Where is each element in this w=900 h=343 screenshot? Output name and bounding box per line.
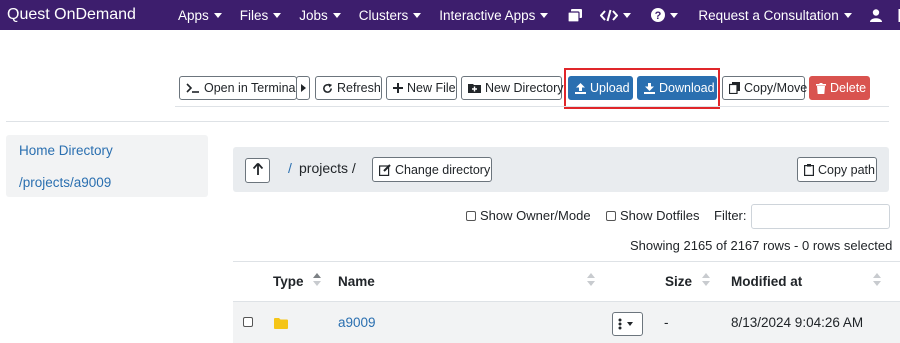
chevron-down-icon [843,12,852,18]
nav-jobs-label: Jobs [299,7,328,23]
sort-icon[interactable] [873,272,881,288]
sort-icon[interactable] [587,272,595,288]
copy-icon [729,82,740,94]
nav-consultation-label: Request a Consultation [698,7,839,23]
section-divider [6,121,889,122]
chevron-down-icon [213,12,222,18]
file-modified-at: 8/13/2024 9:04:26 AM [731,315,864,330]
nav-request-consultation[interactable]: Request a Consultation [698,0,852,30]
chevron-down-icon [623,12,632,18]
row-select-checkbox[interactable] [243,317,253,327]
path-bar: / projects / Change directory Copy path [233,147,889,192]
column-header-size[interactable]: Size [665,274,692,289]
copy-path-button[interactable]: Copy path [797,157,877,182]
nav-files-label: Files [239,7,269,23]
show-owner-mode-label: Show Owner/Mode [480,208,591,223]
caret-right-icon [300,84,306,92]
terminal-icon [186,83,200,93]
nav-apps[interactable]: Apps [178,0,222,30]
row-actions-dropdown[interactable] [612,312,643,336]
copy-move-button[interactable]: Copy/Move [722,76,808,100]
refresh-icon [322,82,333,94]
open-in-terminal-button[interactable]: Open in Terminal [179,76,299,100]
nav-apps-label: Apps [177,7,209,23]
column-header-type[interactable]: Type [273,274,304,289]
clipboard-icon [804,163,814,176]
svg-text:?: ? [655,10,662,22]
show-owner-mode-checkbox[interactable] [466,211,476,221]
nav-interactive-apps[interactable]: Interactive Apps [439,0,549,30]
rows-status-text: Showing 2165 of 2167 rows - 0 rows selec… [630,238,893,253]
refresh-button[interactable]: Refresh [315,76,382,100]
top-navbar: Quest OnDemand Apps Files Jobs Clusters … [0,0,900,30]
sort-icon[interactable] [313,272,321,288]
new-directory-button[interactable]: New Directory [461,76,564,100]
nav-files[interactable]: Files [240,0,282,30]
table-row[interactable]: a9009 - 8/13/2024 9:04:26 AM [233,301,900,343]
folder-plus-icon [468,83,481,93]
sort-icon[interactable] [702,272,710,288]
help-icon[interactable]: ? [651,0,679,30]
file-size: - [664,315,669,330]
breadcrumb-root[interactable]: / [288,160,292,176]
change-directory-label: Change directory [395,162,491,177]
go-up-directory-button[interactable] [245,158,270,183]
refresh-label: Refresh [337,81,381,95]
terminal-dropdown-toggle[interactable] [296,76,310,100]
new-file-button[interactable]: New File [386,76,457,100]
ellipsis-vertical-icon [618,318,622,330]
sessions-icon[interactable] [568,0,583,30]
delete-button[interactable]: Delete [809,76,870,100]
table-top-border [233,261,900,262]
plus-icon [393,83,403,93]
chevron-down-icon [273,12,282,18]
delete-label: Delete [830,81,867,95]
new-file-label: New File [407,81,456,95]
column-header-name[interactable]: Name [338,274,375,289]
edit-icon [379,163,391,176]
chevron-down-icon [540,12,549,18]
chevron-down-icon [670,12,679,18]
file-name-link[interactable]: a9009 [338,315,376,330]
copy-move-label: Copy/Move [744,81,808,95]
upload-download-highlight [564,68,720,109]
sidebar-item-home-directory[interactable]: Home Directory [19,143,113,158]
column-header-modified-at[interactable]: Modified at [731,274,802,289]
copy-path-label: Copy path [818,162,875,177]
sidebar-item-projects-a9009[interactable]: /projects/a9009 [19,175,111,190]
arrow-up-icon [252,162,263,178]
show-dotfiles-checkbox[interactable] [606,211,616,221]
show-dotfiles-label: Show Dotfiles [620,208,700,223]
new-directory-label: New Directory [485,81,564,95]
folder-icon [274,317,288,332]
favorites-sidebar: Home Directory /projects/a9009 [6,135,208,197]
chevron-down-icon [413,12,422,18]
nav-jobs[interactable]: Jobs [299,0,341,30]
breadcrumb-segment: projects / [299,160,356,176]
chevron-down-icon [332,12,341,18]
chevron-down-icon [627,322,633,326]
trash-icon [816,82,826,94]
toolbar-divider [175,106,889,107]
open-in-terminal-label: Open in Terminal [204,81,299,95]
nav-interactive-apps-label: Interactive Apps [439,7,536,23]
nav-clusters[interactable]: Clusters [359,0,422,30]
filter-input[interactable] [751,204,890,229]
nav-clusters-label: Clusters [358,7,409,23]
user-icon[interactable] [869,0,882,30]
brand-title[interactable]: Quest OnDemand [7,6,136,24]
developer-code-icon[interactable] [600,0,632,30]
filter-label: Filter: [714,208,747,223]
change-directory-button[interactable]: Change directory [372,157,492,182]
